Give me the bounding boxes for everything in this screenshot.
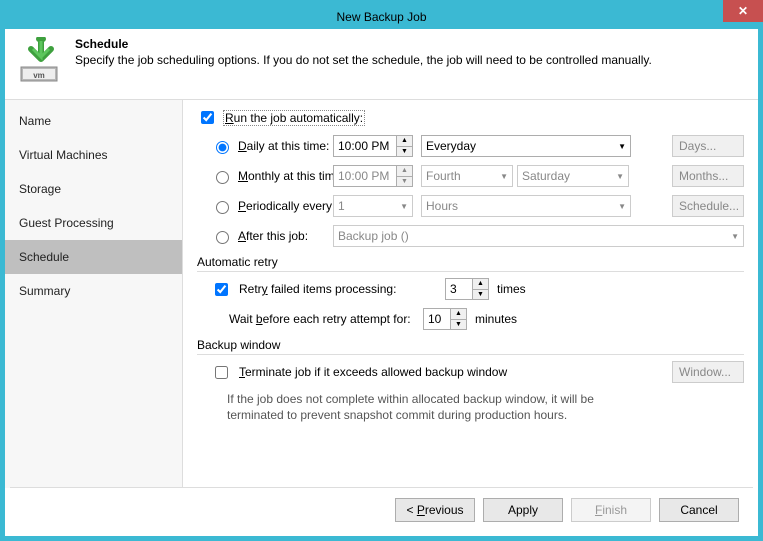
wait-label: Wait before each retry attempt for: <box>229 312 415 326</box>
monthly-time-input: 10:00 PM ▲▼ <box>333 165 413 187</box>
sidebar-item-summary[interactable]: Summary <box>5 274 182 308</box>
after-label: After this job: <box>238 229 308 243</box>
months-button: Months... <box>672 165 744 187</box>
window: New Backup Job ✕ vm Schedule Specify the… <box>0 0 763 541</box>
monthly-ordinal-select: Fourth ▼ <box>421 165 513 187</box>
window-help-text: If the job does not complete within allo… <box>197 391 617 423</box>
terminate-label: Terminate job if it exceeds allowed back… <box>239 365 507 379</box>
retry-label: Retry failed items processing: <box>239 282 437 296</box>
chevron-down-icon: ▼ <box>616 172 624 181</box>
sidebar-item-vms[interactable]: Virtual Machines <box>5 138 182 172</box>
retry-count-input[interactable]: 3 ▲▼ <box>445 278 489 300</box>
spinner-icon: ▲▼ <box>396 166 412 186</box>
svg-text:vm: vm <box>33 71 45 80</box>
footer: < Previous Apply Finish Cancel <box>10 487 753 531</box>
run-auto-checkbox[interactable] <box>201 111 214 124</box>
chevron-down-icon: ▼ <box>618 142 626 151</box>
cancel-button[interactable]: Cancel <box>659 498 739 522</box>
apply-button[interactable]: Apply <box>483 498 563 522</box>
header: vm Schedule Specify the job scheduling o… <box>5 29 758 99</box>
after-radio[interactable] <box>216 231 229 244</box>
chevron-down-icon: ▼ <box>400 202 408 211</box>
retry-section-label: Automatic retry <box>197 255 744 272</box>
close-button[interactable]: ✕ <box>723 0 763 22</box>
window-title: New Backup Job <box>336 10 426 24</box>
schedule-vm-icon: vm <box>17 37 65 85</box>
titlebar: New Backup Job ✕ <box>5 5 758 29</box>
daily-label: Daily at this time: <box>238 139 329 153</box>
daily-radio[interactable] <box>216 141 229 154</box>
sidebar-item-guest[interactable]: Guest Processing <box>5 206 182 240</box>
close-icon: ✕ <box>738 4 748 18</box>
window-button: Window... <box>672 361 744 383</box>
retry-times-label: times <box>497 282 526 296</box>
spinner-icon[interactable]: ▲▼ <box>450 309 466 329</box>
spinner-icon[interactable]: ▲▼ <box>472 279 488 299</box>
monthly-label: Monthly at this time: <box>238 169 345 183</box>
content: Run the job automatically: Daily at this… <box>183 100 758 488</box>
run-auto-label: Run the job automatically: <box>223 110 365 126</box>
periodic-value-select: 1 ▼ <box>333 195 413 217</box>
sidebar-item-name[interactable]: Name <box>5 104 182 138</box>
monthly-radio[interactable] <box>216 171 229 184</box>
chevron-down-icon: ▼ <box>618 202 626 211</box>
after-job-select: Backup job () ▼ <box>333 225 744 247</box>
terminate-checkbox[interactable] <box>215 366 228 379</box>
schedule-button: Schedule... <box>672 195 744 217</box>
spinner-icon[interactable]: ▲▼ <box>396 136 412 156</box>
periodic-unit-select: Hours ▼ <box>421 195 631 217</box>
finish-button: Finish <box>571 498 651 522</box>
monthly-weekday-select: Saturday ▼ <box>517 165 629 187</box>
sidebar-item-schedule[interactable]: Schedule <box>5 240 182 274</box>
daily-day-select[interactable]: Everyday ▼ <box>421 135 631 157</box>
window-section-label: Backup window <box>197 338 744 355</box>
sidebar: Name Virtual Machines Storage Guest Proc… <box>5 100 183 488</box>
sidebar-item-storage[interactable]: Storage <box>5 172 182 206</box>
wait-value-input[interactable]: 10 ▲▼ <box>423 308 467 330</box>
header-desc: Specify the job scheduling options. If y… <box>75 53 746 67</box>
periodic-label: Periodically every: <box>238 199 335 213</box>
retry-checkbox[interactable] <box>215 283 228 296</box>
daily-time-input[interactable]: 10:00 PM ▲▼ <box>333 135 413 157</box>
previous-button[interactable]: < Previous <box>395 498 475 522</box>
chevron-down-icon: ▼ <box>500 172 508 181</box>
wait-minutes-label: minutes <box>475 312 517 326</box>
chevron-down-icon: ▼ <box>731 232 739 241</box>
days-button: Days... <box>672 135 744 157</box>
periodic-radio[interactable] <box>216 201 229 214</box>
header-title: Schedule <box>75 37 746 51</box>
